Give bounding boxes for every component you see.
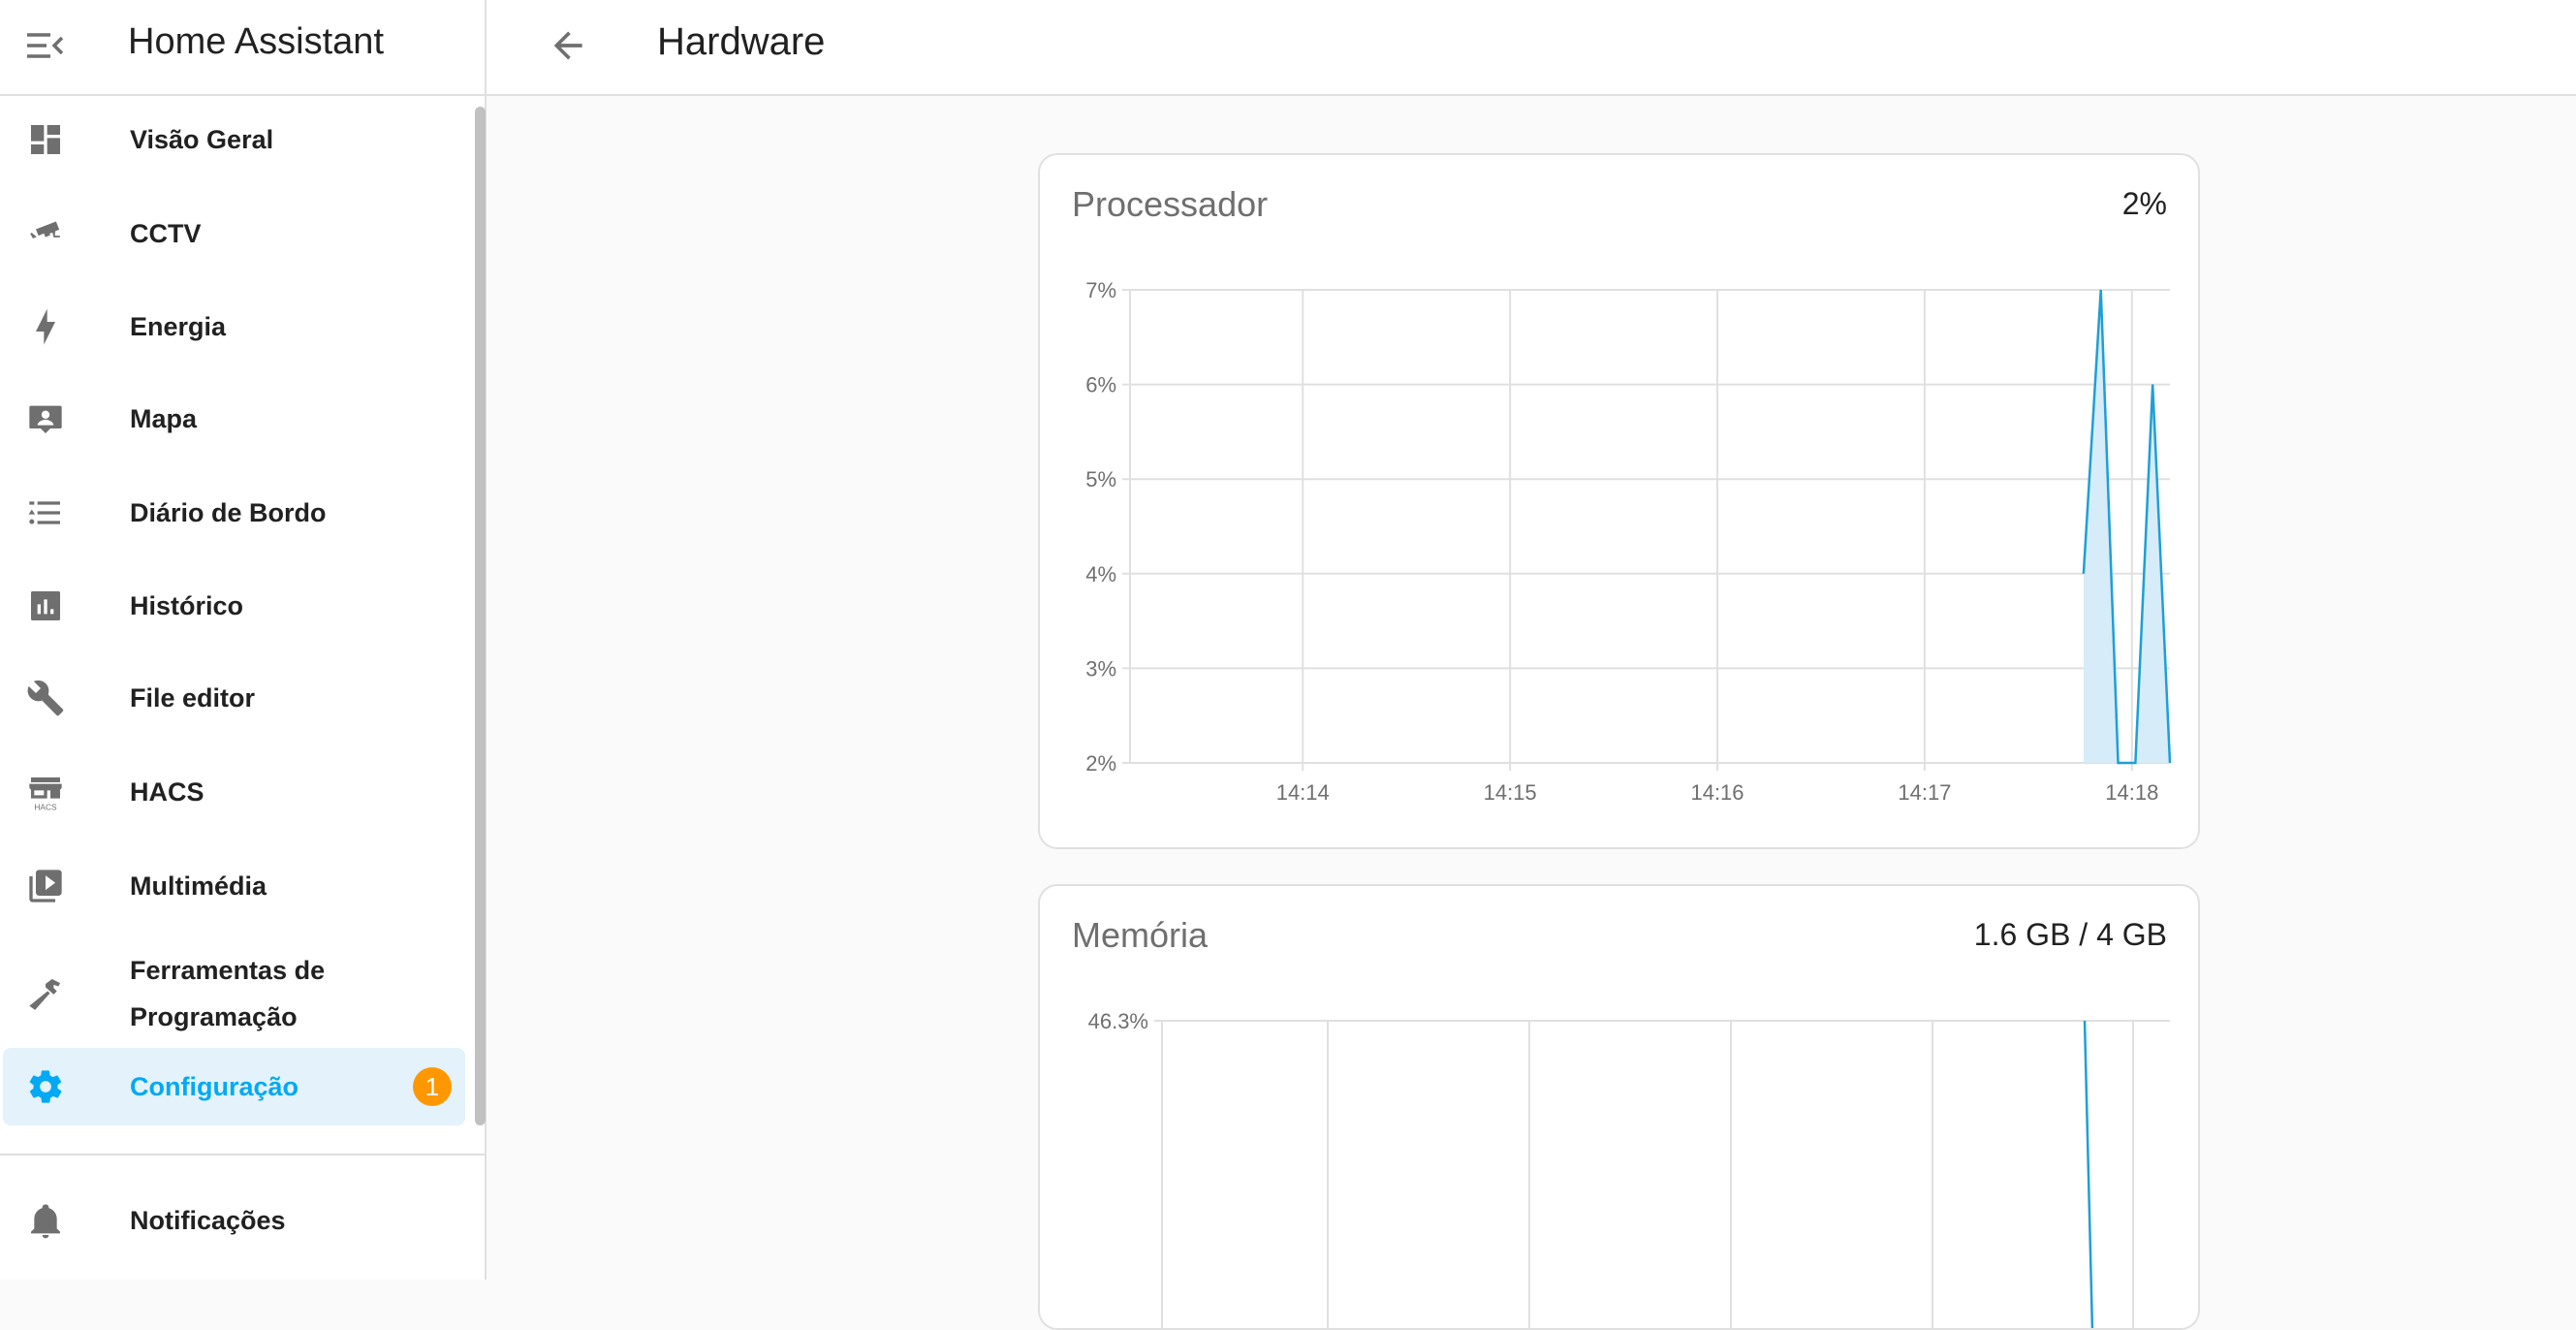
sidebar-item-label: File editor <box>130 675 255 721</box>
sidebar-item-label: Ferramentas de Programação <box>130 947 421 1040</box>
play-box-multiple-icon <box>26 867 65 905</box>
bell-icon <box>26 1201 65 1240</box>
memory-card: Memória 1.6 GB / 4 GB 46.3% <box>1038 884 2200 1330</box>
sidebar-item-label: Mapa <box>130 396 197 442</box>
hammer-icon <box>26 974 65 1013</box>
cctv-icon <box>26 214 65 253</box>
account-box-map-icon <box>26 399 65 438</box>
sidebar-item-historico[interactable]: Histórico <box>3 567 465 645</box>
sidebar: Home Assistant Visão Geral CCTV Energia Map… <box>0 0 487 1280</box>
x-tick-label: 14:18 <box>2105 780 2158 805</box>
x-tick-label: 14:16 <box>1690 780 1744 805</box>
y-tick-label: 2% <box>1085 751 1116 776</box>
y-tick-label: 46.3% <box>1088 1009 1148 1033</box>
sidebar-item-label: Multimédia <box>130 863 267 909</box>
sidebar-item-label: Visão Geral <box>130 116 273 163</box>
sidebar-item-diario-de-bordo[interactable]: Diário de Bordo <box>3 474 465 552</box>
top-bar: Hardware <box>487 0 2576 96</box>
y-tick-label: 4% <box>1085 562 1116 586</box>
x-tick-label: 14:14 <box>1276 780 1330 805</box>
sidebar-item-notifications[interactable]: Notificações <box>3 1182 465 1259</box>
cpu-card: Processador 2% 7%6%5%4%3%2%14:1414:1514:… <box>1038 153 2200 849</box>
chart-box-icon <box>26 586 65 625</box>
memory-series-line <box>2085 1021 2092 1330</box>
cog-icon <box>26 1067 65 1106</box>
page-title: Hardware <box>657 20 825 64</box>
x-tick-label: 14:17 <box>1898 780 1951 805</box>
back-arrow-icon[interactable] <box>547 24 589 67</box>
sidebar-item-label: Notificações <box>130 1197 286 1244</box>
hacs-store-icon: HACS <box>26 773 65 811</box>
x-tick-label: 14:15 <box>1484 780 1537 805</box>
format-list-bulleted-icon <box>26 493 65 532</box>
sidebar-item-label: Histórico <box>130 583 243 629</box>
app-title: Home Assistant <box>128 21 384 63</box>
wrench-icon <box>26 679 65 717</box>
sidebar-header: Home Assistant <box>0 0 485 96</box>
svg-text:HACS: HACS <box>34 802 57 811</box>
sidebar-item-multimedia[interactable]: Multimédia <box>3 847 465 925</box>
menu-collapse-icon[interactable] <box>25 29 64 62</box>
sidebar-item-visao-geral[interactable]: Visão Geral <box>3 101 465 178</box>
sidebar-item-label: HACS <box>130 769 204 815</box>
sidebar-item-label: Diário de Bordo <box>130 490 327 536</box>
sidebar-item-configuracao[interactable]: Configuração 1 <box>3 1048 465 1125</box>
memory-chart: 46.3% <box>1040 886 2200 1330</box>
sidebar-item-hacs[interactable]: HACS HACS <box>3 753 465 831</box>
sidebar-item-label: Configuração <box>130 1063 298 1110</box>
sidebar-item-energia[interactable]: Energia <box>3 288 465 365</box>
cpu-chart: 7% 6% 5% 4% 3% 2% 14:14 14:15 14:16 14:17 14:18 <box>1040 155 2200 849</box>
sidebar-item-file-editor[interactable]: File editor <box>3 659 465 737</box>
sidebar-item-label: Energia <box>130 303 226 350</box>
sidebar-item-label: CCTV <box>130 210 202 257</box>
y-tick-label: 5% <box>1085 467 1116 491</box>
sidebar-item-ferramentas-de-programacao[interactable]: Ferramentas de Programação <box>3 947 465 1040</box>
y-tick-label: 7% <box>1085 278 1116 302</box>
sidebar-item-cctv[interactable]: CCTV <box>3 195 465 272</box>
sidebar-item-mapa[interactable]: Mapa <box>3 380 465 458</box>
y-tick-label: 3% <box>1085 656 1116 681</box>
notification-badge: 1 <box>413 1067 452 1106</box>
lightning-bolt-icon <box>26 307 65 346</box>
sidebar-divider <box>0 1154 485 1156</box>
y-tick-label: 6% <box>1085 373 1116 397</box>
view-dashboard-icon <box>26 120 65 159</box>
sidebar-scrollbar[interactable] <box>475 107 486 1125</box>
